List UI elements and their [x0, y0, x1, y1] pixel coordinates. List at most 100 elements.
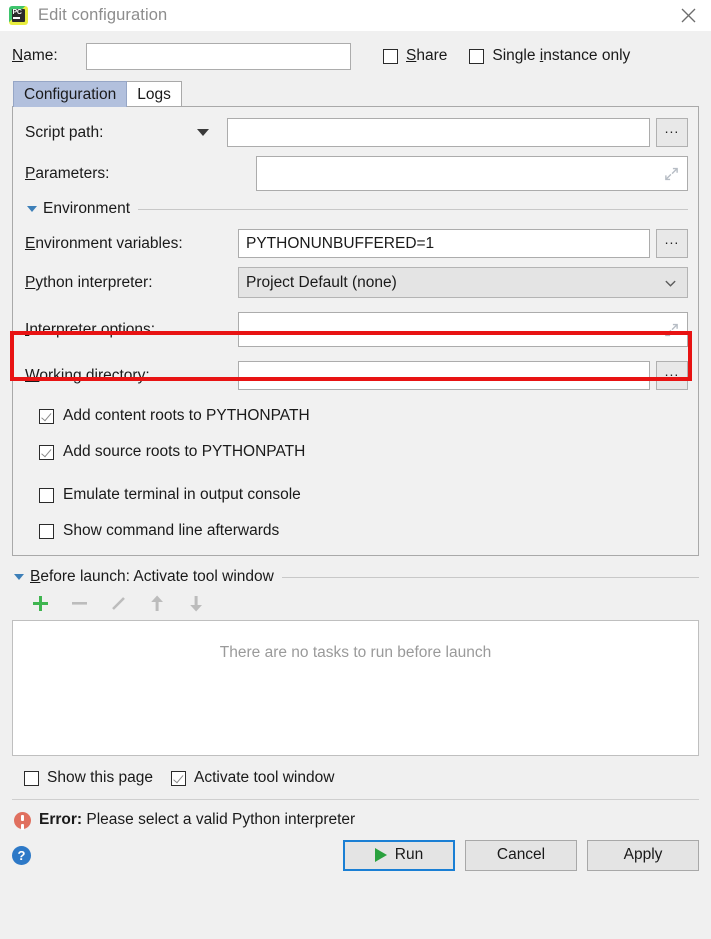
tab-logs[interactable]: Logs: [126, 81, 182, 107]
name-input[interactable]: [86, 42, 351, 70]
pycharm-icon: PC: [9, 6, 28, 25]
configuration-panel: Script path: ... Parameters: Environment…: [12, 106, 699, 556]
before-launch-empty-message: There are no tasks to run before launch: [219, 644, 492, 661]
parameters-input[interactable]: [256, 156, 688, 191]
working-directory-row: Working directory: ...: [25, 361, 688, 390]
working-directory-input[interactable]: [238, 361, 650, 390]
checkbox-show-this-page-box[interactable]: [24, 770, 39, 786]
checkbox-emulate-terminal-box[interactable]: [39, 487, 54, 503]
checkbox-add-content-roots[interactable]: Add content roots to PYTHONPATH: [39, 404, 688, 428]
checkbox-activate-tool-window-label: Activate tool window: [194, 769, 335, 786]
run-button-label: Run: [394, 846, 424, 863]
environment-variables-row: Environment variables: PYTHONUNBUFFERED=…: [25, 229, 688, 258]
checkbox-add-content-roots-label: Add content roots to PYTHONPATH: [63, 407, 310, 424]
python-interpreter-value: Project Default (none): [246, 273, 397, 291]
checkbox-show-command-line[interactable]: Show command line afterwards: [39, 519, 688, 543]
error-icon: [14, 811, 31, 829]
plus-icon: [32, 595, 48, 611]
move-down-button[interactable]: [186, 593, 206, 613]
tab-configuration[interactable]: Configuration: [13, 81, 128, 107]
single-instance-checkbox-box[interactable]: [469, 48, 485, 64]
python-interpreter-select[interactable]: Project Default (none): [238, 267, 688, 298]
working-directory-ellipsis-icon: ...: [664, 362, 680, 379]
interpreter-options-label: Interpreter options:: [25, 320, 156, 338]
close-glyph: [681, 8, 695, 23]
cancel-button[interactable]: Cancel: [465, 839, 577, 871]
help-icon[interactable]: ?: [12, 845, 31, 865]
edit-task-button[interactable]: [108, 593, 128, 613]
pycharm-icon-underline: [13, 17, 20, 19]
share-checkbox-label: Share: [406, 47, 448, 64]
checkbox-activate-tool-window[interactable]: Activate tool window: [171, 769, 334, 787]
checkbox-emulate-terminal-label: Emulate terminal in output console: [63, 486, 301, 503]
script-path-ellipsis-icon: ...: [664, 119, 680, 136]
interpreter-options-expand-diagonal-icon[interactable]: [664, 322, 679, 337]
footer-checkboxes: Show this page Activate tool window: [24, 769, 699, 787]
tab-bar: Configuration Logs: [12, 79, 699, 107]
checkbox-show-command-line-label: Show command line afterwards: [63, 522, 280, 539]
arrow-down-icon: [189, 595, 202, 611]
script-path-browse-button[interactable]: ...: [656, 118, 688, 147]
environment-variables-label: Environment variables:: [25, 234, 183, 252]
checkbox-show-this-page-label: Show this page: [47, 769, 153, 786]
interpreter-options-row: Interpreter options:: [25, 312, 688, 347]
move-up-button[interactable]: [147, 593, 167, 613]
pencil-icon: [111, 596, 125, 610]
share-checkbox-box[interactable]: [383, 48, 398, 64]
checkbox-show-command-line-box[interactable]: [39, 523, 54, 539]
name-label: Name:: [12, 47, 58, 64]
script-path-row: Script path: ...: [25, 118, 688, 147]
working-directory-browse-button[interactable]: ...: [656, 361, 688, 390]
footer-divider: [12, 799, 699, 800]
environment-triangle-down-icon[interactable]: [27, 206, 37, 212]
checkbox-add-source-roots[interactable]: Add source roots to PYTHONPATH: [39, 440, 688, 464]
parameters-row: Parameters:: [25, 156, 688, 191]
run-button[interactable]: Run: [343, 839, 455, 871]
window-title: Edit configuration: [38, 6, 168, 24]
environment-variables-input[interactable]: PYTHONUNBUFFERED=1: [238, 229, 650, 258]
play-icon: [374, 848, 387, 862]
error-prefix: Error:: [39, 811, 83, 828]
error-message-row: Error: Please select a valid Python inte…: [12, 811, 699, 829]
pycharm-icon-text: PC: [12, 9, 22, 16]
minus-icon: [71, 601, 87, 605]
before-launch-triangle-down-icon[interactable]: [14, 574, 24, 580]
before-launch-task-list[interactable]: There are no tasks to run before launch: [12, 620, 699, 756]
error-message: Error: Please select a valid Python inte…: [39, 811, 355, 829]
single-instance-checkbox-label: Single instance only: [492, 47, 631, 64]
environment-separator: [138, 208, 688, 210]
tab-configuration-label: Configuration: [24, 85, 117, 103]
parameters-expand-diagonal-icon[interactable]: [664, 166, 679, 181]
title-bar: PC Edit configuration: [0, 0, 711, 31]
environment-section-title: Environment: [43, 200, 131, 217]
checkbox-add-content-roots-box[interactable]: [39, 408, 54, 424]
script-path-triangle-down-icon[interactable]: [197, 129, 209, 136]
before-launch-header[interactable]: Before launch: Activate tool window: [14, 568, 699, 586]
single-instance-checkbox[interactable]: Single instance only: [469, 47, 630, 65]
checkbox-activate-tool-window-box[interactable]: [171, 770, 186, 786]
environment-variables-value: PYTHONUNBUFFERED=1: [246, 234, 435, 252]
share-checkbox[interactable]: Share: [383, 47, 447, 65]
python-interpreter-chevron-down-icon[interactable]: [664, 276, 677, 289]
dialog-button-row: ? Run Cancel Apply: [12, 838, 699, 872]
close-icon[interactable]: [665, 0, 711, 31]
checkbox-show-this-page[interactable]: Show this page: [24, 769, 153, 787]
environment-section-header[interactable]: Environment: [27, 200, 688, 218]
script-path-input[interactable]: [227, 118, 650, 147]
arrow-up-icon: [150, 595, 163, 611]
checkbox-add-source-roots-box[interactable]: [39, 444, 54, 460]
apply-button[interactable]: Apply: [587, 839, 699, 871]
checkbox-emulate-terminal[interactable]: Emulate terminal in output console: [39, 483, 688, 507]
interpreter-options-input[interactable]: [238, 312, 688, 347]
before-launch-separator: [281, 576, 699, 578]
apply-button-label: Apply: [623, 846, 663, 863]
tab-logs-label: Logs: [137, 85, 171, 103]
working-directory-label: Working directory:: [25, 366, 150, 384]
add-task-button[interactable]: [30, 593, 50, 613]
remove-task-button[interactable]: [69, 593, 89, 613]
environment-variables-browse-button[interactable]: ...: [656, 229, 688, 258]
action-buttons: Run Cancel Apply: [343, 839, 699, 871]
cancel-button-label: Cancel: [496, 846, 546, 863]
environment-variables-ellipsis-icon: ...: [664, 230, 680, 247]
dialog-content: Name: Share Single instance only Configu…: [0, 31, 711, 872]
